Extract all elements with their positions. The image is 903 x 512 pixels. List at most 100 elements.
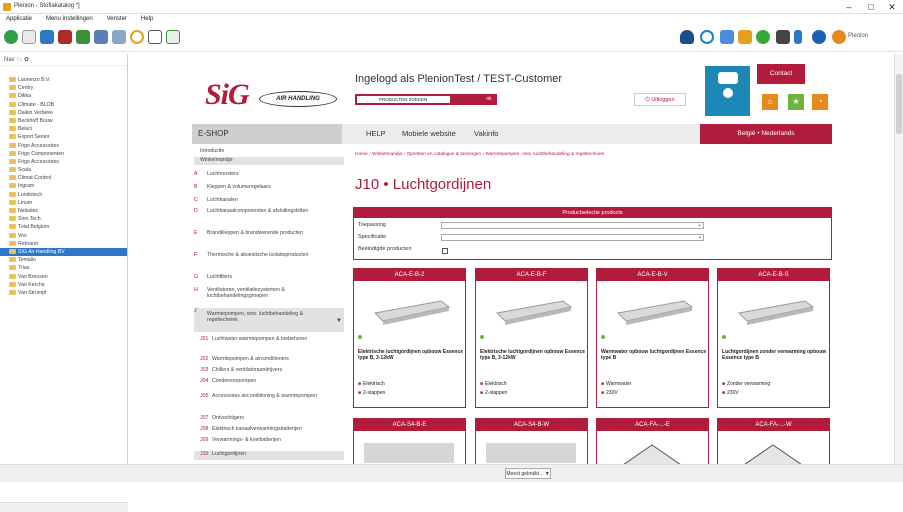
close-button[interactable]: ✕ bbox=[881, 0, 903, 14]
globe-icon[interactable] bbox=[756, 30, 770, 44]
folder-icon bbox=[9, 142, 16, 148]
tree-node[interactable]: Frigo Accessoires bbox=[0, 142, 127, 150]
clock-icon[interactable] bbox=[130, 30, 144, 44]
catalog-icon[interactable] bbox=[40, 30, 54, 44]
tree-node-label: Linum bbox=[18, 199, 33, 206]
eshop-header[interactable]: E-SHOP bbox=[192, 124, 342, 144]
tree-node[interactable]: Climat-Control bbox=[0, 174, 127, 182]
submenu-j10[interactable]: J10 Luchtgordijnen bbox=[194, 451, 344, 460]
tree-node[interactable]: Van Breusen bbox=[0, 273, 127, 281]
region-language-selector[interactable]: België • Nederlands bbox=[700, 124, 832, 144]
minimize-button[interactable]: – bbox=[838, 0, 860, 14]
sig-logo[interactable]: SiG AIR HANDLING bbox=[205, 78, 340, 116]
tree-node[interactable]: Dikka bbox=[0, 92, 127, 100]
tree-node[interactable]: Van Strumpf bbox=[0, 289, 127, 297]
chat-widget[interactable] bbox=[705, 66, 750, 116]
tree-node[interactable]: Beluci bbox=[0, 125, 127, 133]
menu-item-help[interactable]: Help bbox=[135, 14, 159, 24]
search-icon[interactable] bbox=[22, 30, 36, 44]
discontinued-checkbox[interactable] bbox=[442, 248, 448, 254]
printer-icon[interactable] bbox=[776, 30, 790, 44]
tree-node[interactable]: Scala bbox=[0, 166, 127, 174]
tree-node[interactable]: Trias bbox=[0, 264, 127, 272]
tree-node[interactable]: Centry bbox=[0, 84, 127, 92]
tree-node[interactable]: Export Senior bbox=[0, 133, 127, 141]
home-icon[interactable]: ⌂ bbox=[762, 94, 778, 110]
vertical-scrollbar[interactable] bbox=[894, 54, 903, 464]
menu-item-application[interactable]: Applicatie bbox=[0, 14, 38, 24]
star-icon[interactable]: ★ bbox=[788, 94, 804, 110]
tree-node[interactable]: Linum bbox=[0, 199, 127, 207]
nav-vakinfo[interactable]: Vakinfo bbox=[474, 129, 498, 138]
breadcrumb[interactable]: Home › Winkelmandje › Opzetten en catalo… bbox=[355, 152, 604, 157]
chart-icon[interactable] bbox=[738, 30, 752, 44]
tree-toolbar[interactable]: Nav ↑↓ ✿ bbox=[0, 54, 127, 66]
plenion-logo-icon[interactable] bbox=[832, 30, 846, 44]
tree-node[interactable]: Rebrand bbox=[0, 240, 127, 248]
sync-icon[interactable] bbox=[166, 30, 180, 44]
chevron-down-icon: ⌄ bbox=[696, 234, 702, 240]
nav-mobile[interactable]: Mobiele website bbox=[402, 129, 456, 138]
tree-node[interactable]: Beckhoff Bouw bbox=[0, 117, 127, 125]
refresh-blue-icon[interactable] bbox=[700, 30, 714, 44]
tree-node[interactable]: Tentalio bbox=[0, 256, 127, 264]
menu-item-cart[interactable]: Winkelmandje bbox=[194, 157, 344, 165]
maximize-button[interactable]: □ bbox=[860, 0, 882, 14]
menu-item-window[interactable]: Venster bbox=[101, 14, 133, 24]
folder-icon bbox=[9, 183, 16, 189]
tree-node[interactable]: Daikin Verbeke bbox=[0, 109, 127, 117]
tree-node[interactable]: Nelsatec bbox=[0, 207, 127, 215]
scroll-thumb[interactable] bbox=[896, 74, 902, 134]
most-used-button[interactable]: Meest gebruikt... ▼ bbox=[505, 468, 551, 479]
tree-node[interactable]: Frigo Accessoires bbox=[0, 158, 127, 166]
tools-icon[interactable] bbox=[58, 30, 72, 44]
cloud-icon[interactable] bbox=[680, 30, 694, 44]
tree-node-label: Van Kerche bbox=[18, 281, 45, 288]
people-icon[interactable] bbox=[720, 30, 734, 44]
tree-node[interactable]: Total Belgium bbox=[0, 223, 127, 231]
person-icon bbox=[722, 88, 733, 98]
application-dropdown[interactable]: ⌄ bbox=[441, 222, 704, 229]
menu-item-settings[interactable]: Menu instellingen bbox=[40, 14, 99, 24]
refresh-icon[interactable] bbox=[4, 30, 18, 44]
nav-help[interactable]: HELP bbox=[366, 129, 386, 138]
product-card[interactable]: ACA-E-B-S Luchtgordijnen zonder verwarmi… bbox=[717, 268, 830, 408]
tree-horizontal-scrollbar[interactable] bbox=[0, 502, 128, 512]
rss-icon[interactable]: ◔ bbox=[812, 94, 828, 110]
folder-icon bbox=[9, 265, 16, 271]
title-bar: Plenion - Stofiakatalog *] – □ ✕ bbox=[0, 0, 903, 14]
menu-item-j[interactable]: J Warmtepompen, ontv. luchtbehandeling & … bbox=[194, 308, 344, 332]
tree-node[interactable]: Frigo Componenten bbox=[0, 150, 127, 158]
folder-icon bbox=[9, 167, 16, 173]
network-icon[interactable] bbox=[76, 30, 90, 44]
tree-node[interactable]: Sinn Tech bbox=[0, 215, 127, 223]
tree-node-label: Vos bbox=[18, 232, 27, 239]
product-search-input[interactable]: PRODUCTEN ZOEKEN bbox=[357, 96, 450, 103]
tree-node[interactable]: Van Kerche bbox=[0, 281, 127, 289]
search-go-button[interactable]: ok bbox=[481, 94, 497, 105]
help-icon[interactable] bbox=[812, 30, 826, 44]
product-card[interactable]: ACA-E-B-F Elektrische luchtgordijnen opb… bbox=[475, 268, 588, 408]
folder-icon bbox=[9, 117, 16, 123]
product-code: ACA-E-B-S bbox=[718, 269, 829, 281]
list-icon[interactable] bbox=[112, 30, 126, 44]
folder-icon bbox=[9, 93, 16, 99]
product-selector: Productselectie products Toepassing ⌄ Sp… bbox=[353, 207, 832, 260]
tree-node[interactable]: Lundotech bbox=[0, 191, 127, 199]
contact-button[interactable]: Contact bbox=[757, 64, 805, 84]
tree-node[interactable]: Ingram bbox=[0, 182, 127, 190]
tree-node[interactable]: Laurenzo B.V. bbox=[0, 76, 127, 84]
product-feature: ■ 2-stappen bbox=[480, 390, 508, 396]
bookmark-icon[interactable] bbox=[794, 30, 802, 44]
logout-button[interactable]: ⏻ Uitloggen bbox=[634, 93, 686, 106]
tree-node[interactable]: Vos bbox=[0, 232, 127, 240]
product-card[interactable]: ACA-E-B-V Warmwater opbouw luchtgordijne… bbox=[596, 268, 709, 408]
spec-dropdown[interactable]: ⌄ bbox=[441, 234, 704, 241]
product-card[interactable]: ACA-E-B-2 Elektrische luchtgordijnen opb… bbox=[353, 268, 466, 408]
grid-icon[interactable] bbox=[94, 30, 108, 44]
tree-node[interactable]: Climate - BLOB bbox=[0, 101, 127, 109]
tree-node[interactable]: SIG Air Handling BV bbox=[0, 247, 127, 257]
product-search-field[interactable]: PRODUCTEN ZOEKEN bbox=[355, 94, 481, 105]
document-icon[interactable] bbox=[148, 30, 162, 44]
folder-icon bbox=[9, 199, 16, 205]
